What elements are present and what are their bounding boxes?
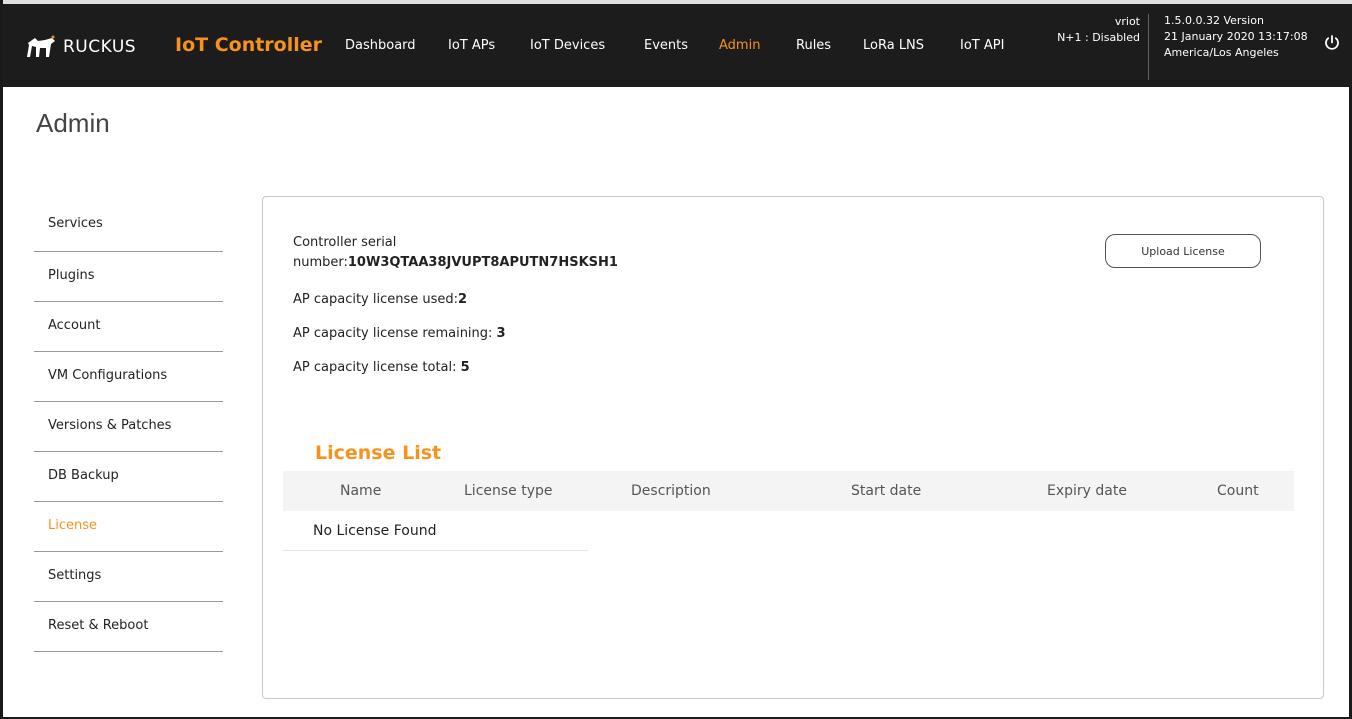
serial-value: 10W3QTAA38JVUPT8APUTN7HSKSH1 <box>347 255 618 270</box>
version-label: 1.5.0.0.32 Version <box>1164 14 1264 27</box>
app-title: IoT Controller <box>175 34 323 56</box>
total-label: AP capacity license total: <box>293 360 461 375</box>
nav-iot-devices[interactable]: IoT Devices <box>530 38 605 53</box>
admin-sidebar: Services Plugins Account VM Configuratio… <box>34 200 223 652</box>
column-start-date[interactable]: Start date <box>851 483 921 499</box>
top-bar: RUCKUS IoT Controller Dashboard IoT APs … <box>3 0 1352 87</box>
column-name[interactable]: Name <box>340 483 381 499</box>
sidebar-item-db-backup[interactable]: DB Backup <box>34 452 223 502</box>
sidebar-item-settings[interactable]: Settings <box>34 552 223 602</box>
cluster-status: N+1 : Disabled <box>1057 31 1140 44</box>
table-row-empty: No License Found <box>283 511 588 551</box>
app-frame: RUCKUS IoT Controller Dashboard IoT APs … <box>0 0 1352 719</box>
brand-name: RUCKUS <box>63 37 137 57</box>
column-description[interactable]: Description <box>631 483 711 499</box>
nav-iot-aps[interactable]: IoT APs <box>448 38 495 53</box>
license-table-header: Name License type Description Start date… <box>283 471 1294 511</box>
used-value: 2 <box>458 292 468 307</box>
nav-dashboard[interactable]: Dashboard <box>345 38 416 53</box>
cluster-info: vriot N+1 : Disabled <box>1057 14 1140 46</box>
remaining-line: AP capacity license remaining: 3 <box>293 326 506 341</box>
page-title: Admin <box>36 108 110 138</box>
power-icon[interactable] <box>1323 34 1341 52</box>
nav-admin[interactable]: Admin <box>719 38 760 53</box>
no-license-text: No License Found <box>313 523 437 539</box>
license-panel: Controller serial number:10W3QTAA38JVUPT… <box>262 196 1324 699</box>
license-list-title: License List <box>315 442 442 464</box>
used-line: AP capacity license used:2 <box>293 292 467 307</box>
sidebar-item-vm-configurations[interactable]: VM Configurations <box>34 352 223 402</box>
header-divider <box>1148 14 1149 80</box>
column-count[interactable]: Count <box>1217 483 1259 499</box>
sidebar-item-plugins[interactable]: Plugins <box>34 252 223 302</box>
ruckus-dog-icon <box>27 35 55 57</box>
remaining-label: AP capacity license remaining: <box>293 326 497 341</box>
serial-label-number: number: <box>293 255 348 270</box>
sidebar-item-account[interactable]: Account <box>34 302 223 352</box>
serial-line: number:10W3QTAA38JVUPT8APUTN7HSKSH1 <box>293 255 618 270</box>
sidebar-item-services[interactable]: Services <box>34 200 223 252</box>
nav-lora-lns[interactable]: LoRa LNS <box>863 38 924 53</box>
cluster-name: vriot <box>1114 15 1140 28</box>
datetime-label: 21 January 2020 13:17:08 <box>1164 30 1308 43</box>
sidebar-item-versions-patches[interactable]: Versions & Patches <box>34 402 223 452</box>
column-expiry-date[interactable]: Expiry date <box>1047 483 1127 499</box>
sidebar-item-reset-reboot[interactable]: Reset & Reboot <box>34 602 223 652</box>
sidebar-item-license[interactable]: License <box>34 502 223 552</box>
remaining-value: 3 <box>496 326 506 341</box>
ruckus-logo: RUCKUS <box>25 32 136 62</box>
column-license-type[interactable]: License type <box>464 483 553 499</box>
nav-events[interactable]: Events <box>644 38 688 53</box>
used-label: AP capacity license used: <box>293 292 459 307</box>
nav-iot-api[interactable]: IoT API <box>960 38 1004 53</box>
nav-rules[interactable]: Rules <box>796 38 831 53</box>
serial-label: Controller serial <box>293 235 397 250</box>
total-value: 5 <box>460 360 470 375</box>
timezone-label: America/Los Angeles <box>1164 46 1279 59</box>
upload-license-button[interactable]: Upload License <box>1105 234 1261 268</box>
total-line: AP capacity license total: 5 <box>293 360 470 375</box>
version-info: 1.5.0.0.32 Version 21 January 2020 13:17… <box>1164 13 1308 61</box>
